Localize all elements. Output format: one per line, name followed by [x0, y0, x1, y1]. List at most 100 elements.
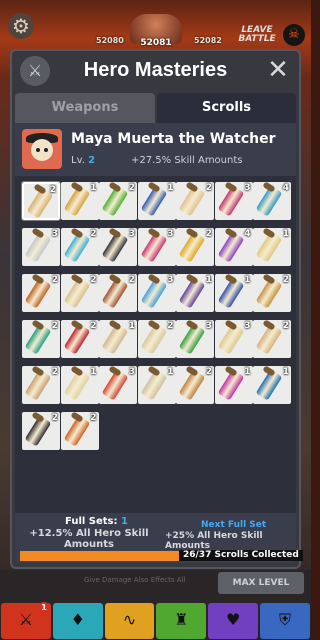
- scroll-count: 2: [205, 367, 212, 377]
- tab-weapons[interactable]: Weapons: [15, 93, 155, 123]
- scroll-count: 2: [90, 229, 97, 239]
- scroll-count: 1: [167, 367, 174, 377]
- crossed-swords-icon: ⚔: [20, 56, 50, 86]
- tab-scrolls[interactable]: Scrolls: [157, 93, 296, 123]
- hero-name: Maya Muerta the Watcher: [71, 131, 276, 147]
- shield-icon: ⛨: [279, 610, 292, 629]
- scroll-slot[interactable]: 2: [137, 320, 176, 358]
- scroll-slot[interactable]: 2: [60, 228, 99, 266]
- scrolls-collected-text: 26/37 Scrolls Collected: [179, 550, 303, 561]
- next-full-set-bonus: +25% All Hero Skill Amounts: [165, 531, 263, 551]
- scroll-slot[interactable]: 2: [176, 182, 214, 220]
- scroll-slot[interactable]: 3: [176, 320, 214, 358]
- scroll-slot[interactable]: 3: [214, 320, 253, 358]
- gear-icon[interactable]: ⚙: [8, 13, 34, 39]
- shirt-icon: ♦: [70, 610, 85, 629]
- scroll-slot[interactable]: 4: [214, 228, 253, 266]
- nav-pulse-button[interactable]: ∿: [104, 603, 155, 639]
- notification-badge: 1: [38, 602, 50, 614]
- scroll-slot[interactable]: 3: [137, 274, 176, 312]
- hud-center-value: 52081: [140, 38, 172, 48]
- nav-shirt-button[interactable]: ♦: [52, 603, 103, 639]
- battle-hud: ⚙ 52080 52081 52082 LEAVE BATTLE ☠: [0, 0, 311, 50]
- scroll-slot[interactable]: 3: [214, 182, 253, 220]
- scroll-count: 2: [51, 367, 58, 377]
- scroll-count: 1: [282, 229, 289, 239]
- scroll-count: 2: [90, 321, 97, 331]
- scroll-slot[interactable]: 2: [22, 366, 60, 404]
- scroll-slot[interactable]: 2: [99, 274, 137, 312]
- scroll-slot[interactable]: 2: [21, 181, 61, 221]
- scroll-slot[interactable]: 1: [214, 366, 253, 404]
- scroll-count: 2: [282, 321, 289, 331]
- heart-icon: ♥: [226, 610, 241, 629]
- scroll-progress-bar: 26/37 Scrolls Collected: [20, 550, 303, 561]
- max-level-button[interactable]: MAX LEVEL: [218, 572, 304, 594]
- close-icon[interactable]: ✕: [265, 57, 291, 83]
- scroll-count: 2: [49, 185, 56, 195]
- scroll-slot[interactable]: 2: [253, 274, 291, 312]
- scroll-count: 1: [282, 367, 289, 377]
- scroll-count: 3: [128, 367, 135, 377]
- scroll-slot[interactable]: 2: [253, 320, 291, 358]
- nav-helmet-button[interactable]: ♜: [156, 603, 207, 639]
- scrolls-content: Maya Muerta the Watcher Lv. 2 +27.5% Ski…: [15, 123, 303, 563]
- scroll-slot[interactable]: 2: [176, 366, 214, 404]
- scroll-count: 2: [51, 413, 58, 423]
- scroll-count: 2: [51, 321, 58, 331]
- scroll-count: 3: [128, 229, 135, 239]
- scroll-slot[interactable]: 1: [253, 228, 291, 266]
- hud-right-value: 52082: [194, 36, 222, 45]
- scroll-count: 4: [244, 229, 251, 239]
- scroll-slot[interactable]: 2: [99, 182, 137, 220]
- scroll-slot[interactable]: 1: [60, 182, 99, 220]
- scroll-slot[interactable]: 3: [99, 228, 137, 266]
- nav-shield-button[interactable]: ⛨: [260, 603, 310, 639]
- scroll-slot[interactable]: 4: [253, 182, 291, 220]
- scroll-count: 1: [244, 275, 251, 285]
- scroll-slot[interactable]: 3: [137, 228, 176, 266]
- scroll-slot[interactable]: 2: [22, 412, 60, 450]
- scroll-count: 4: [282, 183, 289, 193]
- scroll-slot[interactable]: 1: [99, 320, 137, 358]
- scroll-count: 2: [128, 183, 135, 193]
- hero-portrait: [22, 129, 62, 169]
- scroll-slot[interactable]: 1: [253, 366, 291, 404]
- scroll-slot[interactable]: 3: [22, 228, 60, 266]
- scroll-count: 3: [167, 275, 174, 285]
- scroll-count: 2: [167, 321, 174, 331]
- hero-level-value: 2: [88, 155, 96, 166]
- scroll-slot[interactable]: 2: [60, 274, 99, 312]
- scroll-slot[interactable]: 1: [176, 274, 214, 312]
- leave-battle-button[interactable]: LEAVE BATTLE: [234, 26, 280, 44]
- scroll-count: 3: [244, 183, 251, 193]
- scroll-slot[interactable]: 2: [60, 412, 99, 450]
- next-full-set-label: Next Full Set: [201, 520, 267, 530]
- scroll-count: 3: [51, 229, 58, 239]
- full-sets-label: Full Sets:: [65, 516, 118, 527]
- scroll-slot[interactable]: 1: [137, 366, 176, 404]
- scroll-count: 2: [128, 275, 135, 285]
- scroll-slot[interactable]: 2: [176, 228, 214, 266]
- scroll-slot[interactable]: 1: [137, 182, 176, 220]
- hud-center-emblem: 52081: [130, 14, 182, 48]
- scroll-count: 2: [282, 275, 289, 285]
- scroll-slot[interactable]: 2: [60, 320, 99, 358]
- scroll-count: 3: [167, 229, 174, 239]
- scroll-count: 2: [205, 229, 212, 239]
- scroll-count: 3: [205, 321, 212, 331]
- scroll-count: 1: [90, 183, 97, 193]
- hero-masteries-panel: ⚔ Hero Masteries ✕ Weapons Scrolls Maya …: [10, 49, 303, 569]
- scroll-count: 1: [128, 321, 135, 331]
- hero-level: Lv. 2: [71, 155, 95, 166]
- nav-heart-button[interactable]: ♥: [208, 603, 259, 639]
- sword-icon: ⚔: [18, 610, 34, 629]
- scroll-count: 2: [90, 275, 97, 285]
- scroll-slot[interactable]: 2: [22, 320, 60, 358]
- scroll-slot[interactable]: 1: [60, 366, 99, 404]
- scroll-slot[interactable]: 3: [99, 366, 137, 404]
- panel-title: Hero Masteries: [83, 59, 228, 81]
- scroll-slot[interactable]: 1: [214, 274, 253, 312]
- scroll-slot[interactable]: 2: [22, 274, 60, 312]
- hero-level-label: Lv.: [71, 155, 85, 166]
